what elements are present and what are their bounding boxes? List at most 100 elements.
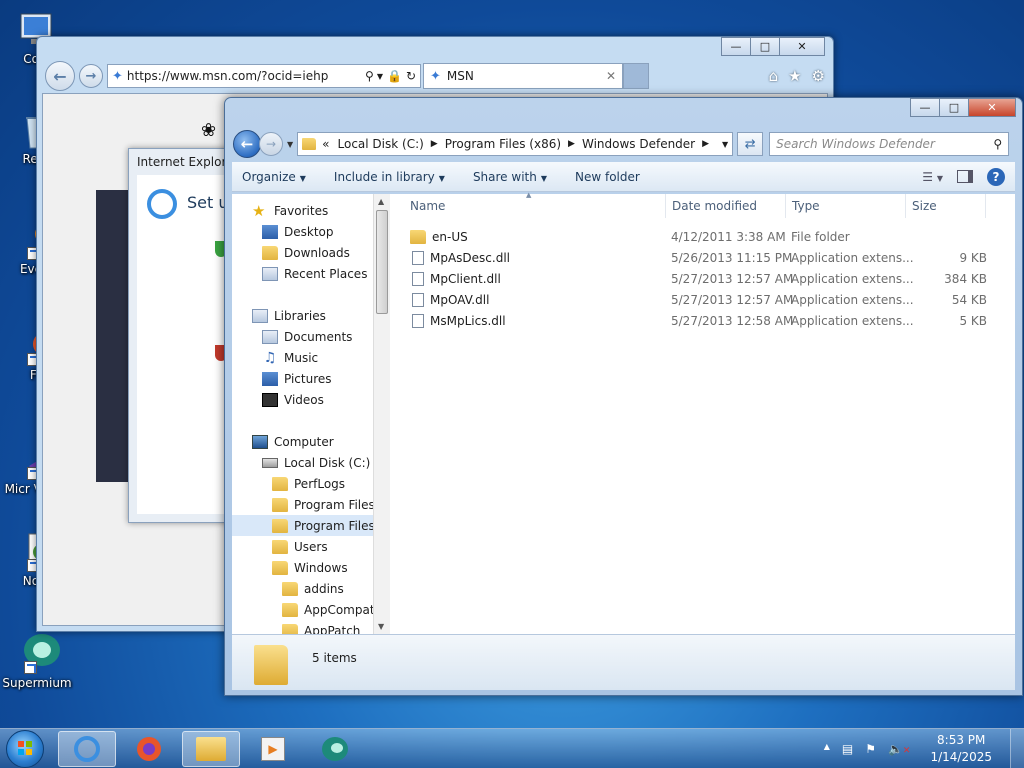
gear-icon[interactable]: ⚙ xyxy=(812,67,825,85)
start-button[interactable] xyxy=(6,730,44,768)
file-name: MpClient.dll xyxy=(430,271,501,286)
msn-favicon-icon: ✦ xyxy=(112,68,123,84)
folder-icon xyxy=(282,581,298,596)
recent-pages-dropdown-icon[interactable]: ▼ xyxy=(287,140,293,149)
taskbar-internet-explorer[interactable] xyxy=(58,731,116,767)
taskbar-windows-explorer[interactable] xyxy=(182,731,240,767)
breadcrumb-separator-icon[interactable]: ▶ xyxy=(568,139,575,149)
nav-favorites[interactable]: ★ Favorites xyxy=(252,200,328,221)
taskbar-supermium[interactable] xyxy=(306,731,364,767)
windows-explorer-window[interactable]: — □ ✕ ← → ▼ « Local Disk (C:) ▶ Program … xyxy=(224,97,1023,696)
nav-computer[interactable]: Computer xyxy=(252,431,334,452)
scroll-up-icon[interactable]: ▲ xyxy=(378,197,384,206)
scrollbar-thumb[interactable] xyxy=(376,210,388,314)
nav-music[interactable]: ♫ Music xyxy=(262,347,318,368)
nav-recent-places[interactable]: Recent Places xyxy=(262,263,367,284)
explorer-close-button[interactable]: ✕ xyxy=(968,98,1016,117)
explorer-forward-button[interactable]: → xyxy=(259,132,283,156)
nav-users[interactable]: Users xyxy=(272,536,328,557)
clock[interactable]: 8:53 PM 1/14/2025 xyxy=(930,732,992,766)
organize-button[interactable]: Organize ▼ xyxy=(242,170,306,184)
file-row[interactable]: MpClient.dll 5/27/2013 12:57 AM Applicat… xyxy=(390,268,1015,289)
nav-label: Program Files xyxy=(294,497,375,512)
file-name: MpAsDesc.dll xyxy=(430,250,511,265)
volume-muted-icon[interactable]: 🔈✕ xyxy=(888,742,911,756)
taskbar: ▶ ▲ ▤ ⚑ 🔈✕ 8:53 PM 1/14/2025 xyxy=(0,728,1024,768)
new-folder-button[interactable]: New folder xyxy=(575,170,640,184)
nav-documents[interactable]: Documents xyxy=(262,326,352,347)
include-in-library-button[interactable]: Include in library ▼ xyxy=(334,170,445,184)
breadcrumb-windows-defender[interactable]: Windows Defender xyxy=(582,137,695,151)
column-header-size[interactable]: Size xyxy=(906,194,986,218)
address-dropdown-icon[interactable]: ▼ xyxy=(722,140,728,149)
folder-icon xyxy=(282,602,298,617)
ie-forward-button[interactable]: → xyxy=(79,64,103,88)
nav-downloads[interactable]: Downloads xyxy=(262,242,350,263)
share-with-button[interactable]: Share with ▼ xyxy=(473,170,547,184)
column-header-name[interactable]: Name xyxy=(404,194,666,218)
chevron-down-icon: ▼ xyxy=(540,173,547,183)
refresh-button[interactable]: ⇄ xyxy=(737,132,764,156)
nav-addins[interactable]: addins xyxy=(282,578,344,599)
nav-windows[interactable]: Windows xyxy=(272,557,348,578)
file-row[interactable]: en-US 4/12/2011 3:38 AM File folder xyxy=(390,226,1015,247)
nav-perflogs[interactable]: PerfLogs xyxy=(272,473,345,494)
favorites-star-icon[interactable]: ★ xyxy=(788,67,801,85)
ie-back-button[interactable]: ← xyxy=(45,61,75,91)
nav-label: PerfLogs xyxy=(294,476,346,491)
ie-tab-msn[interactable]: ✦ MSN ✕ xyxy=(423,63,623,89)
column-header-type[interactable]: Type xyxy=(786,194,906,218)
nav-libraries[interactable]: Libraries xyxy=(252,305,326,326)
breadcrumb-program-files-x86[interactable]: Program Files (x86) xyxy=(445,137,561,151)
navigation-scrollbar[interactable]: ▲ ▼ xyxy=(373,194,390,634)
show-desktop-button[interactable] xyxy=(1010,729,1024,768)
nav-videos[interactable]: Videos xyxy=(262,389,324,410)
explorer-back-button[interactable]: ← xyxy=(233,130,261,158)
search-input[interactable]: Search Windows Defender ⚲ xyxy=(769,132,1010,156)
show-hidden-icons-icon[interactable]: ▲ xyxy=(824,742,830,756)
explorer-minimize-button[interactable]: — xyxy=(910,98,940,117)
nav-appcompat[interactable]: AppCompat xyxy=(282,599,375,620)
breadcrumb-separator-icon[interactable]: ▶ xyxy=(431,139,438,149)
file-row[interactable]: MpAsDesc.dll 5/26/2013 11:15 PM Applicat… xyxy=(390,247,1015,268)
refresh-icon[interactable]: ↻ xyxy=(406,69,416,83)
home-icon[interactable]: ⌂ xyxy=(769,67,779,85)
item-count: 5 items xyxy=(312,651,357,665)
breadcrumb[interactable]: « Local Disk (C:) ▶ Program Files (x86) … xyxy=(297,132,734,156)
nav-local-disk[interactable]: Local Disk (C:) xyxy=(262,452,370,473)
file-row[interactable]: MsMpLics.dll 5/27/2013 12:58 AM Applicat… xyxy=(390,310,1015,331)
scroll-down-icon[interactable]: ▼ xyxy=(378,622,384,631)
sort-up-icon: ▲ xyxy=(526,191,532,199)
nav-desktop[interactable]: Desktop xyxy=(262,221,334,242)
ie-new-tab-button[interactable] xyxy=(623,63,649,89)
breadcrumb-separator-icon[interactable]: ▶ xyxy=(702,139,709,149)
search-icon[interactable]: ⚲ xyxy=(365,69,374,83)
file-row[interactable]: MpOAV.dll 5/27/2013 12:57 AM Application… xyxy=(390,289,1015,310)
nav-program-files-x86[interactable]: Program Files ( xyxy=(232,515,382,536)
ie-close-button[interactable]: ✕ xyxy=(779,37,825,56)
change-view-icon[interactable]: ☰ ▼ xyxy=(922,170,943,184)
explorer-maximize-button[interactable]: □ xyxy=(939,98,969,117)
action-center-flag-icon[interactable]: ⚑ xyxy=(865,742,876,756)
supermium-icon xyxy=(322,737,348,761)
taskbar-media-player[interactable]: ▶ xyxy=(244,731,302,767)
nav-pictures[interactable]: Pictures xyxy=(262,368,332,389)
search-icon[interactable]: ⚲ xyxy=(993,137,1002,151)
ie-maximize-button[interactable]: □ xyxy=(750,37,780,56)
dropdown-arrow-icon[interactable]: ▼ xyxy=(377,72,383,81)
network-icon[interactable]: ▤ xyxy=(842,742,853,756)
ie-minimize-button[interactable]: — xyxy=(721,37,751,56)
nav-program-files[interactable]: Program Files xyxy=(272,494,375,515)
ie-address-bar[interactable]: ✦ https://www.msn.com/?ocid=iehp ⚲ ▼ 🔒 ↻ xyxy=(107,64,421,88)
column-header-date[interactable]: Date modified xyxy=(666,194,786,218)
file-type: Application extens... xyxy=(791,250,914,265)
tab-close-icon[interactable]: ✕ xyxy=(606,69,616,83)
taskbar-firefox[interactable] xyxy=(120,731,178,767)
preview-pane-icon[interactable] xyxy=(957,170,973,183)
folder-icon xyxy=(282,623,298,634)
breadcrumb-local-disk[interactable]: Local Disk (C:) xyxy=(338,137,424,151)
desktop-icon-supermium[interactable]: Supermium xyxy=(2,630,72,690)
nav-apppatch[interactable]: AppPatch xyxy=(282,620,360,634)
help-icon[interactable]: ? xyxy=(987,167,1005,186)
breadcrumb-overflow-icon[interactable]: « xyxy=(322,137,329,151)
